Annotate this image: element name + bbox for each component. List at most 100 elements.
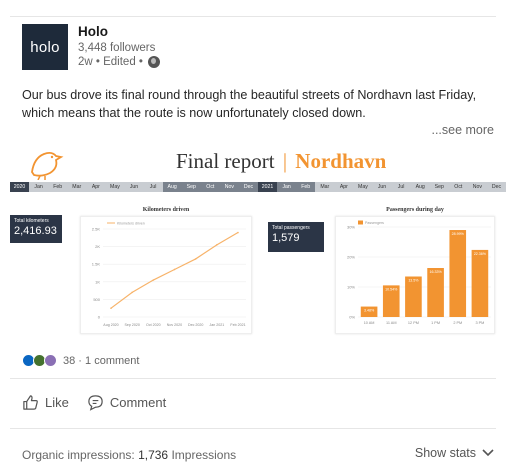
x-tick-label: Oct 2020	[146, 323, 161, 327]
logo-text: holo	[30, 38, 60, 56]
post-text: Our bus drove its final round through th…	[22, 88, 477, 120]
timeline-tick[interactable]: Jun	[124, 182, 143, 192]
report-title-text: Final report	[176, 149, 275, 173]
timeline-tick[interactable]: Oct	[200, 182, 220, 192]
impressions-unit: Impressions	[171, 448, 237, 462]
mid-divider	[10, 378, 496, 379]
comment-button[interactable]: Comment	[87, 394, 166, 411]
bar-chart: 0% 10% 20% 30% 3.48% 10 AM 10.54% 11 AM 13.5% 12 …	[347, 220, 491, 325]
data-label: 13.5%	[408, 279, 419, 283]
y-tick-label: 0%	[349, 315, 355, 320]
series-line	[110, 232, 239, 309]
y-tick-label: 30%	[347, 225, 355, 230]
timeline-tick[interactable]: Jun	[372, 182, 391, 192]
x-tick-label: Nov 2020	[167, 323, 182, 327]
timeline-tick[interactable]: 2021	[258, 182, 278, 192]
bar	[471, 249, 489, 317]
reactions-bar[interactable]: 38 · 1 comment	[22, 354, 139, 367]
data-label: 10.54%	[385, 287, 398, 291]
timeline-tick[interactable]: 2020	[10, 182, 30, 192]
bar-chart-panel: Passengers during day 0% 10% 20% 30% 3.48% 10…	[335, 207, 495, 334]
timeline-tick[interactable]: Oct	[449, 182, 468, 192]
line-chart-panel: Kilometers driven 0 500 1K 1.5K 2K 2.5K Aug 20…	[80, 207, 252, 334]
bird-logo-icon	[31, 151, 64, 180]
data-point	[110, 307, 112, 309]
timeline-tick[interactable]: Sep	[430, 182, 449, 192]
y-tick-label: 2.5K	[92, 227, 101, 232]
data-point	[173, 268, 176, 271]
report-title: Final report | Nordhavn	[176, 149, 386, 174]
timeline-tick[interactable]: Jul	[392, 182, 411, 192]
timeline-tick[interactable]: Dec	[487, 182, 506, 192]
y-tick-label: 1K	[95, 279, 100, 284]
data-label: 16.33%	[429, 270, 442, 274]
y-tick-label: 2K	[95, 244, 100, 249]
kpi-total-passengers-label: Total passengers	[272, 225, 310, 231]
timeline-tick[interactable]: Feb	[48, 182, 67, 192]
bottom-divider	[10, 428, 496, 429]
data-point	[152, 279, 155, 281]
timeline-tick[interactable]: Jul	[144, 182, 163, 192]
kpi-total-km: Total kilometers 2,416.93	[10, 215, 62, 243]
timeline-tick[interactable]: Dec	[238, 182, 259, 192]
data-point	[194, 258, 197, 260]
timeline-slicer: 2020 Jan Feb Mar Apr May Jun Jul Aug Sep Oct Nov Dec…	[10, 182, 506, 192]
comment-count[interactable]: 1 comment	[85, 355, 139, 367]
timeline-tick[interactable]: Aug	[162, 182, 182, 192]
bar	[405, 276, 422, 317]
post-image[interactable]: Final report | Nordhavn 2020 Jan Feb Mar Apr…	[10, 143, 506, 340]
x-tick-label: Sep 2020	[124, 323, 139, 327]
legend-label: Passengers	[365, 221, 384, 225]
timeline-tick[interactable]: Nov	[219, 182, 239, 192]
time-edited: 2w • Edited •	[78, 56, 143, 69]
bar	[427, 268, 444, 317]
line-chart-title: Kilometers driven	[142, 207, 190, 213]
x-tick-label: 3 PM	[475, 321, 484, 325]
timeline-tick[interactable]: Mar	[315, 182, 334, 192]
timeline-tick[interactable]: Feb	[296, 182, 316, 192]
timeline-tick[interactable]: Nov	[468, 182, 487, 192]
see-more-link[interactable]: ...see more	[431, 123, 494, 137]
timeline-tick[interactable]: Sep	[181, 182, 201, 192]
x-tick-label: Jan 2021	[209, 323, 224, 327]
post-header: holo Holo 3,448 followers 2w • Edited •	[22, 24, 160, 70]
x-tick-label: Feb 2021	[230, 323, 245, 327]
impressions-value: 1,736	[138, 448, 169, 462]
timeline-tick[interactable]: May	[353, 182, 372, 192]
company-logo[interactable]: holo	[22, 24, 68, 70]
followers-count: 3,448 followers	[78, 41, 156, 54]
data-point	[216, 244, 218, 246]
impressions-label: Organic impressions:	[22, 448, 135, 462]
dot-separator: ·	[75, 354, 86, 367]
bar-chart-title: Passengers during day	[386, 207, 444, 213]
timeline-tick[interactable]: Jan	[277, 182, 297, 192]
y-tick-label: 1.5K	[92, 262, 101, 267]
legend-label: Kilometers driven	[117, 221, 145, 225]
kpi-total-passengers: Total passengers 1,579	[268, 222, 324, 252]
x-tick-label: 2 PM	[453, 321, 462, 325]
data-label: 22.36%	[474, 252, 487, 256]
action-bar: Like Comment	[22, 394, 166, 411]
legend-swatch	[358, 220, 363, 225]
kpi-total-km-label: Total kilometers	[14, 218, 49, 224]
x-tick-label: 1 PM	[431, 321, 440, 325]
timeline-tick[interactable]: Mar	[67, 182, 86, 192]
like-label: Like	[45, 395, 69, 410]
timeline-tick[interactable]: Apr	[86, 182, 105, 192]
report-place: Nordhavn	[295, 149, 387, 173]
show-stats-button[interactable]: Show stats	[415, 446, 494, 460]
timeline-tick[interactable]: May	[105, 182, 124, 192]
reaction-count[interactable]: 38	[63, 355, 75, 367]
timeline-tick[interactable]: Aug	[411, 182, 430, 192]
y-tick-label: 10%	[347, 285, 355, 290]
like-button[interactable]: Like	[22, 394, 69, 411]
title-separator: |	[282, 149, 288, 173]
data-label: 3.48%	[364, 309, 375, 313]
timeline-tick[interactable]: Jan	[29, 182, 48, 192]
data-label: 28.99%	[452, 232, 465, 236]
company-name[interactable]: Holo	[78, 24, 160, 41]
comment-label: Comment	[109, 395, 167, 410]
bar	[449, 230, 467, 317]
x-tick-label: 12 PM	[408, 321, 419, 325]
timeline-tick[interactable]: Apr	[334, 182, 353, 192]
